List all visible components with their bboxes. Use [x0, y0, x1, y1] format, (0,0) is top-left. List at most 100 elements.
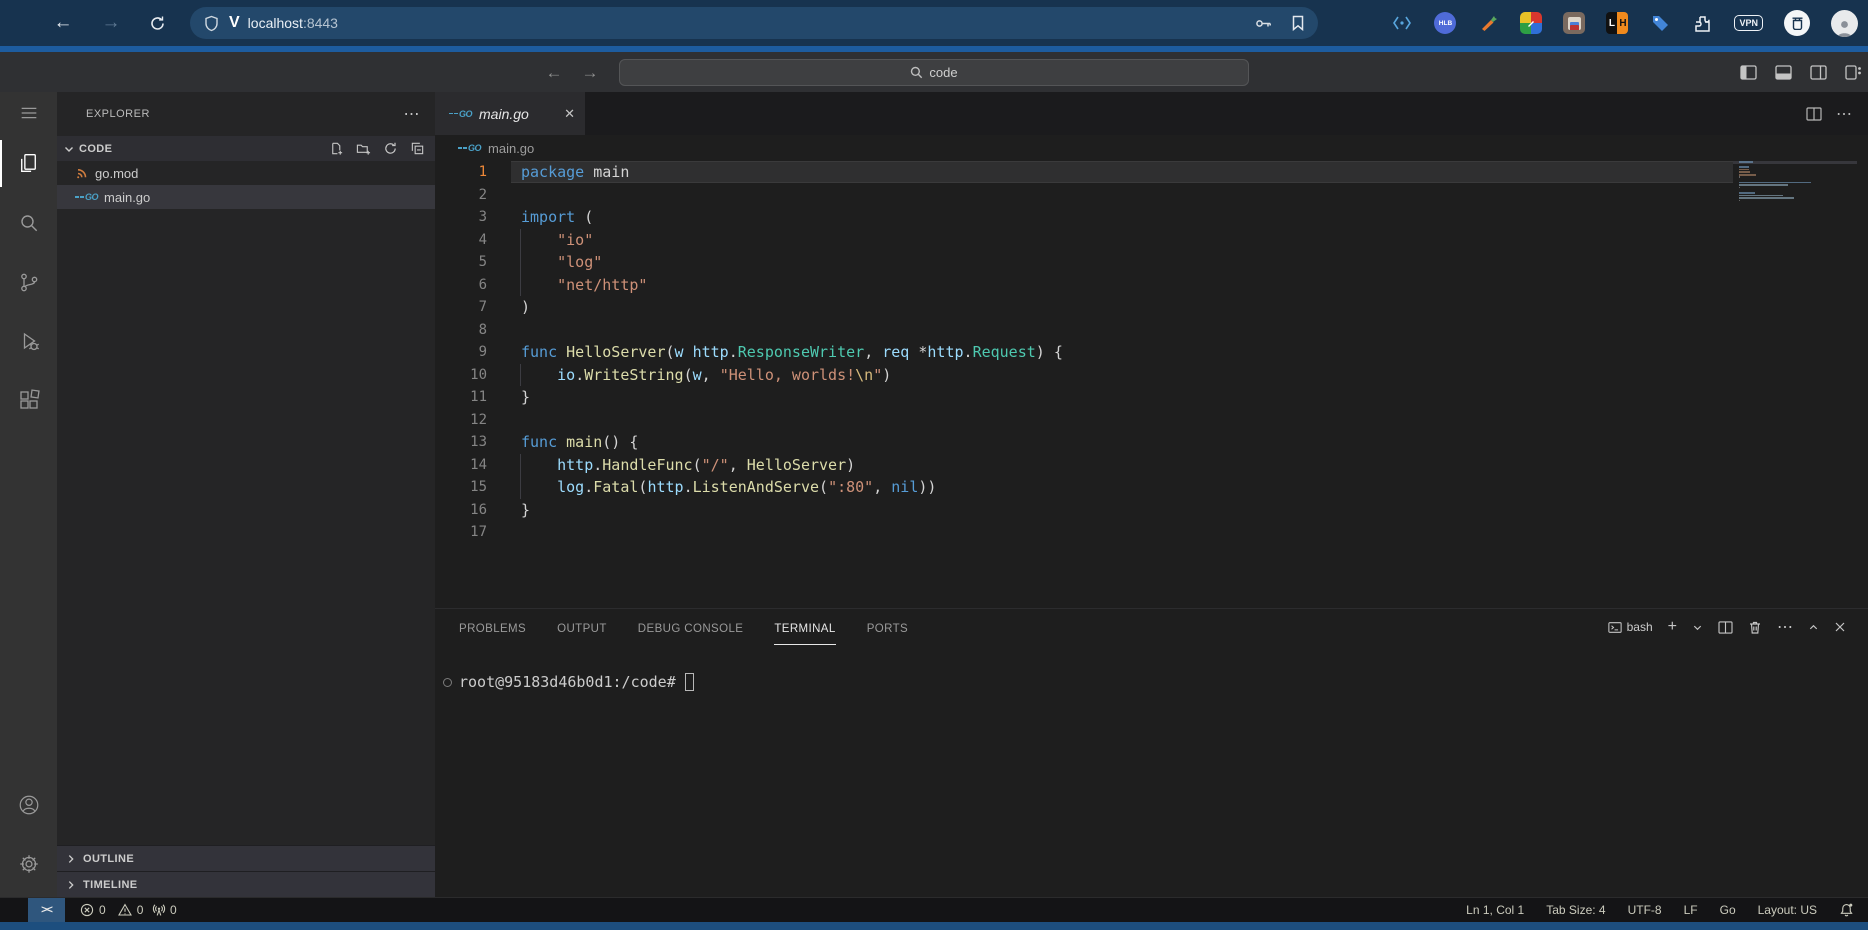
line-number: 6 [435, 277, 487, 293]
lh-extension-icon[interactable]: LH [1606, 12, 1628, 34]
color-editor-extension-icon[interactable] [1520, 12, 1542, 34]
code-line[interactable]: 5 "log" [435, 251, 1868, 274]
status-indentation[interactable]: Tab Size: 4 [1546, 903, 1605, 917]
outline-label: OUTLINE [83, 853, 134, 865]
browser-forward-button[interactable]: → [96, 8, 126, 38]
status-keyboard-layout[interactable]: Layout: US [1758, 903, 1817, 917]
new-terminal-icon[interactable]: + [1668, 618, 1677, 636]
browser-profile-avatar[interactable] [1831, 10, 1858, 37]
line-content: log.Fatal(http.ListenAndServe(":80", nil… [487, 478, 936, 496]
line-number: 13 [435, 434, 487, 450]
code-line[interactable]: 16} [435, 499, 1868, 522]
panel-tab-debug-console[interactable]: DEBUG CONSOLE [638, 623, 744, 645]
folder-section-header[interactable]: CODE [57, 136, 435, 161]
panel-tab-problems[interactable]: PROBLEMS [459, 623, 526, 645]
new-file-icon[interactable] [328, 141, 344, 157]
sidebar-item-run-debug[interactable] [0, 311, 57, 370]
close-panel-icon[interactable] [1834, 621, 1846, 633]
carrot-extension-icon[interactable] [1477, 12, 1499, 34]
sidebar-item-extensions[interactable] [0, 370, 57, 429]
site-shield-icon[interactable] [204, 15, 219, 32]
remote-indicator[interactable]: >< [28, 898, 65, 922]
command-center-search[interactable]: code [619, 59, 1249, 86]
editor-forward-button[interactable]: → [578, 62, 602, 84]
line-content: io.WriteString(w, "Hello, worlds!\n") [487, 366, 891, 384]
code-line[interactable]: 15 log.Fatal(http.ListenAndServe(":80", … [435, 476, 1868, 499]
bookmark-icon[interactable] [1292, 15, 1304, 31]
panel-tab-output[interactable]: OUTPUT [557, 623, 607, 645]
photos-extension-icon[interactable] [1563, 12, 1585, 34]
file-item-go-mod[interactable]: go.mod [57, 161, 435, 185]
code-line[interactable]: 13func main() { [435, 431, 1868, 454]
tab-close-icon[interactable]: ✕ [564, 106, 575, 122]
new-folder-icon[interactable] [355, 141, 371, 157]
code-line[interactable]: 8 [435, 319, 1868, 342]
sidebar-item-source-control[interactable] [0, 252, 57, 311]
kill-terminal-icon[interactable] [1748, 620, 1762, 635]
browser-reload-button[interactable] [142, 8, 172, 38]
status-eol[interactable]: LF [1684, 903, 1698, 917]
split-editor-icon[interactable] [1806, 107, 1822, 121]
vpn-badge[interactable]: VPN [1734, 15, 1763, 31]
outline-section[interactable]: OUTLINE [57, 845, 435, 871]
go-file-icon: GO [449, 109, 472, 119]
toggle-panel-icon[interactable] [1774, 63, 1792, 81]
menu-button[interactable] [0, 92, 57, 134]
code-line[interactable]: 4 "io" [435, 229, 1868, 252]
refresh-icon[interactable] [382, 141, 398, 157]
toggle-sidebar-icon[interactable] [1739, 63, 1757, 81]
status-cursor-position[interactable]: Ln 1, Col 1 [1466, 903, 1524, 917]
sidebar-item-search[interactable] [0, 193, 57, 252]
breadcrumb[interactable]: GO main.go [435, 135, 1868, 161]
maximize-panel-icon[interactable] [1808, 622, 1819, 633]
panel-more-actions-icon[interactable]: ⋯ [1777, 617, 1793, 637]
toggle-secondary-sidebar-icon[interactable] [1809, 63, 1827, 81]
editor-tab-main-go[interactable]: GO main.go ✕ [435, 92, 585, 135]
browser-address-bar[interactable]: V localhost:8443 [190, 7, 1318, 39]
code-line[interactable]: 14 http.HandleFunc("/", HelloServer) [435, 454, 1868, 477]
tag-extension-icon[interactable] [1649, 12, 1671, 34]
activity-bar [0, 92, 57, 897]
minimap[interactable] [1733, 161, 1857, 205]
settings-button[interactable] [0, 834, 57, 893]
code-editor[interactable]: 1package main23import (4 "io"5 "log"6 "n… [435, 161, 1868, 608]
file-item-main-go[interactable]: GOmain.go [57, 185, 435, 209]
accounts-button[interactable] [0, 775, 57, 834]
code-brackets-extension-icon[interactable] [1391, 12, 1413, 34]
terminal-shell-selector[interactable]: bash [1608, 620, 1653, 634]
collapse-folders-icon[interactable] [409, 141, 425, 157]
panel-tab-terminal[interactable]: TERMINAL [774, 623, 835, 645]
code-line[interactable]: 6 "net/http" [435, 274, 1868, 297]
status-encoding[interactable]: UTF-8 [1628, 903, 1662, 917]
command-decoration-icon[interactable] [443, 678, 452, 687]
timeline-section[interactable]: TIMELINE [57, 871, 435, 897]
url-text[interactable]: localhost:8443 [248, 15, 338, 31]
customize-layout-icon[interactable] [1844, 63, 1862, 81]
problems-status[interactable]: 0 0 [80, 898, 150, 922]
code-line[interactable]: 11} [435, 386, 1868, 409]
code-line[interactable]: 12 [435, 409, 1868, 432]
code-line[interactable]: 7) [435, 296, 1868, 319]
password-key-icon[interactable] [1255, 17, 1272, 30]
tip-jar-icon[interactable] [1784, 10, 1810, 36]
terminal[interactable]: root@95183d46b0d1:/code# [435, 645, 1868, 691]
sidebar-item-explorer[interactable] [0, 134, 57, 193]
code-line[interactable]: 17 [435, 521, 1868, 544]
code-line[interactable]: 9func HelloServer(w http.ResponseWriter,… [435, 341, 1868, 364]
status-language[interactable]: Go [1720, 903, 1736, 917]
split-terminal-icon[interactable] [1718, 621, 1733, 634]
notifications-bell-icon[interactable] [1839, 902, 1854, 918]
browser-extensions-menu-icon[interactable] [1692, 13, 1713, 34]
forwarded-ports-status[interactable]: 0 [152, 898, 177, 922]
explorer-more-actions-icon[interactable]: ⋯ [404, 104, 421, 124]
code-line[interactable]: 3import ( [435, 206, 1868, 229]
code-line[interactable]: 10 io.WriteString(w, "Hello, worlds!\n") [435, 364, 1868, 387]
terminal-dropdown-icon[interactable] [1692, 622, 1703, 633]
panel-tab-ports[interactable]: PORTS [867, 623, 908, 645]
hlb-extension-icon[interactable]: HLB [1434, 12, 1456, 34]
editor-more-actions-icon[interactable]: ⋯ [1836, 104, 1852, 124]
code-line[interactable]: 1package main [435, 161, 1868, 184]
code-line[interactable]: 2 [435, 184, 1868, 207]
browser-back-button[interactable]: ← [48, 8, 78, 38]
editor-back-button[interactable]: ← [542, 62, 566, 84]
